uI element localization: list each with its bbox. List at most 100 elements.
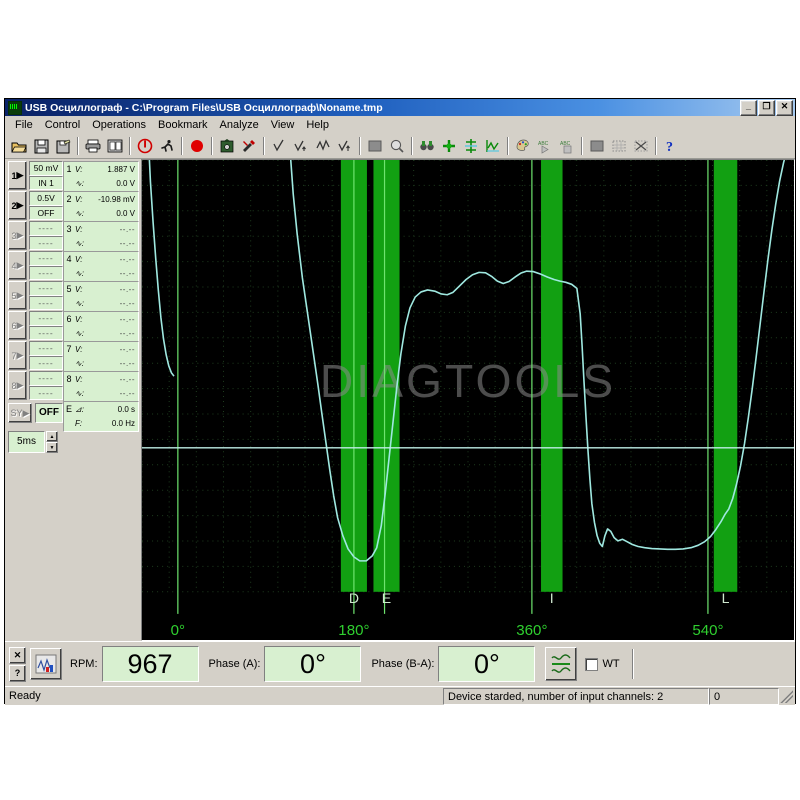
- channel-input-8[interactable]: ----: [29, 386, 63, 401]
- fill-icon[interactable]: [364, 136, 386, 157]
- measurement-row[interactable]: 8 V:--.-- ∿:--.--: [63, 371, 139, 402]
- channel-range-6[interactable]: ----: [29, 311, 63, 326]
- measurement-index: E: [64, 402, 74, 431]
- menu-item-view[interactable]: View: [265, 118, 301, 132]
- measurement-value: --.--: [89, 329, 138, 338]
- marker-1-icon[interactable]: [268, 136, 290, 157]
- channel-range-4[interactable]: ----: [29, 251, 63, 266]
- measurement-label: V:: [74, 195, 89, 204]
- wt-checkbox[interactable]: [585, 658, 598, 671]
- menu-item-bookmark[interactable]: Bookmark: [152, 118, 214, 132]
- measurement-label: ∿:: [74, 359, 89, 368]
- marker-3-icon[interactable]: [312, 136, 334, 157]
- save-as-icon[interactable]: [52, 136, 74, 157]
- gray-block-icon[interactable]: [586, 136, 608, 157]
- stop-icon[interactable]: [134, 136, 156, 157]
- measurement-row[interactable]: 4 V:--.-- ∿:--.--: [63, 251, 139, 282]
- panel-buttons: ✕ ?: [9, 647, 26, 682]
- status-count: 0: [709, 688, 779, 705]
- timebase-up-button[interactable]: ▲: [46, 431, 58, 442]
- measurement-row[interactable]: 1 V:1.887 V ∿:0.0 V: [63, 161, 139, 192]
- marker-2-icon[interactable]: [290, 136, 312, 157]
- marker-4-icon[interactable]: [334, 136, 356, 157]
- channel-row-4: 4▶ ---- ----: [8, 251, 63, 280]
- scope-app-icon: [8, 101, 22, 115]
- measurement-value: --.--: [89, 299, 138, 308]
- channel-select-4[interactable]: 4▶: [8, 251, 27, 280]
- close-button[interactable]: ✕: [776, 100, 793, 116]
- panel-help-button[interactable]: ?: [9, 665, 26, 682]
- clear-x-icon[interactable]: [630, 136, 652, 157]
- sync-select-button[interactable]: SY▶: [8, 403, 32, 423]
- channel-select-6[interactable]: 6▶: [8, 311, 27, 340]
- timebase-value[interactable]: 5ms: [8, 431, 45, 453]
- maximize-button[interactable]: ❐: [758, 100, 775, 116]
- scope-canvas[interactable]: DIAGTOOLSDEIL0°180°360°540°: [142, 160, 794, 640]
- panel-close-button[interactable]: ✕: [9, 647, 26, 664]
- waveform-mode-button[interactable]: [545, 647, 577, 681]
- measurement-row-delta[interactable]: E ⊿:0.0 s F:0.0 Hz: [63, 401, 139, 432]
- channel-select-7[interactable]: 7▶: [8, 341, 27, 370]
- channel-row-5: 5▶ ---- ----: [8, 281, 63, 310]
- status-ready: Ready: [5, 688, 443, 704]
- snapshot-icon[interactable]: [216, 136, 238, 157]
- channel-range-8[interactable]: ----: [29, 371, 63, 386]
- window-resize-grip[interactable]: [779, 689, 793, 703]
- toolbar-separator: [411, 137, 413, 155]
- green-sync-icon[interactable]: [460, 136, 482, 157]
- scope-view-button[interactable]: [30, 648, 62, 680]
- channel-range-5[interactable]: ----: [29, 281, 63, 296]
- print-preview-icon[interactable]: [104, 136, 126, 157]
- timebase-spinner: ▲ ▼: [46, 431, 58, 453]
- palette-icon[interactable]: [512, 136, 534, 157]
- scope-display[interactable]: DIAGTOOLSDEIL0°180°360°540°: [141, 159, 795, 641]
- play-green-icon[interactable]: ABC: [534, 136, 556, 157]
- channel-range-3[interactable]: ----: [29, 221, 63, 236]
- menu-item-help[interactable]: Help: [300, 118, 335, 132]
- channel-range-7[interactable]: ----: [29, 341, 63, 356]
- measurement-row[interactable]: 3 V:--.-- ∿:--.--: [63, 221, 139, 252]
- binoculars-icon[interactable]: [416, 136, 438, 157]
- measurement-row[interactable]: 5 V:--.-- ∿:--.--: [63, 281, 139, 312]
- help-icon[interactable]: ?: [660, 136, 682, 157]
- green-cross-icon[interactable]: [438, 136, 460, 157]
- menu-item-analyze[interactable]: Analyze: [214, 118, 265, 132]
- menu-item-file[interactable]: File: [9, 118, 39, 132]
- measurement-row[interactable]: 6 V:--.-- ∿:--.--: [63, 311, 139, 342]
- green-wave-icon[interactable]: [482, 136, 504, 157]
- channel-row-7: 7▶ ---- ----: [8, 341, 63, 370]
- channel-input-6[interactable]: ----: [29, 326, 63, 341]
- sync-value[interactable]: OFF: [35, 403, 63, 423]
- channel-range-1[interactable]: 50 mV: [29, 161, 63, 176]
- channel-select-5[interactable]: 5▶: [8, 281, 27, 310]
- channel-input-5[interactable]: ----: [29, 296, 63, 311]
- channel-input-2[interactable]: OFF: [29, 206, 63, 221]
- channel-row-3: 3▶ ---- ----: [8, 221, 63, 250]
- measurement-value: --.--: [89, 315, 138, 324]
- open-icon[interactable]: [8, 136, 30, 157]
- run-icon[interactable]: [156, 136, 178, 157]
- grid-icon[interactable]: [608, 136, 630, 157]
- save-icon[interactable]: [30, 136, 52, 157]
- channel-select-1[interactable]: 1▶: [8, 161, 27, 190]
- channel-input-7[interactable]: ----: [29, 356, 63, 371]
- record-icon[interactable]: [186, 136, 208, 157]
- channel-select-2[interactable]: 2▶: [8, 191, 27, 220]
- channel-input-3[interactable]: ----: [29, 236, 63, 251]
- menu-item-control[interactable]: Control: [39, 118, 86, 132]
- wt-checkbox-wrapper[interactable]: WT: [585, 658, 619, 671]
- menu-item-operations[interactable]: Operations: [86, 118, 152, 132]
- print-icon[interactable]: [82, 136, 104, 157]
- clipboard-icon[interactable]: ABC: [556, 136, 578, 157]
- tools-icon[interactable]: [238, 136, 260, 157]
- channel-input-4[interactable]: ----: [29, 266, 63, 281]
- minimize-button[interactable]: _: [740, 100, 757, 116]
- timebase-down-button[interactable]: ▼: [46, 442, 58, 453]
- zoom-icon[interactable]: [386, 136, 408, 157]
- channel-input-1[interactable]: IN 1: [29, 176, 63, 191]
- measurement-row[interactable]: 2 V:-10.98 mV ∿:0.0 V: [63, 191, 139, 222]
- channel-select-3[interactable]: 3▶: [8, 221, 27, 250]
- channel-range-2[interactable]: 0.5V: [29, 191, 63, 206]
- measurement-row[interactable]: 7 V:--.-- ∿:--.--: [63, 341, 139, 372]
- channel-select-8[interactable]: 8▶: [8, 371, 27, 400]
